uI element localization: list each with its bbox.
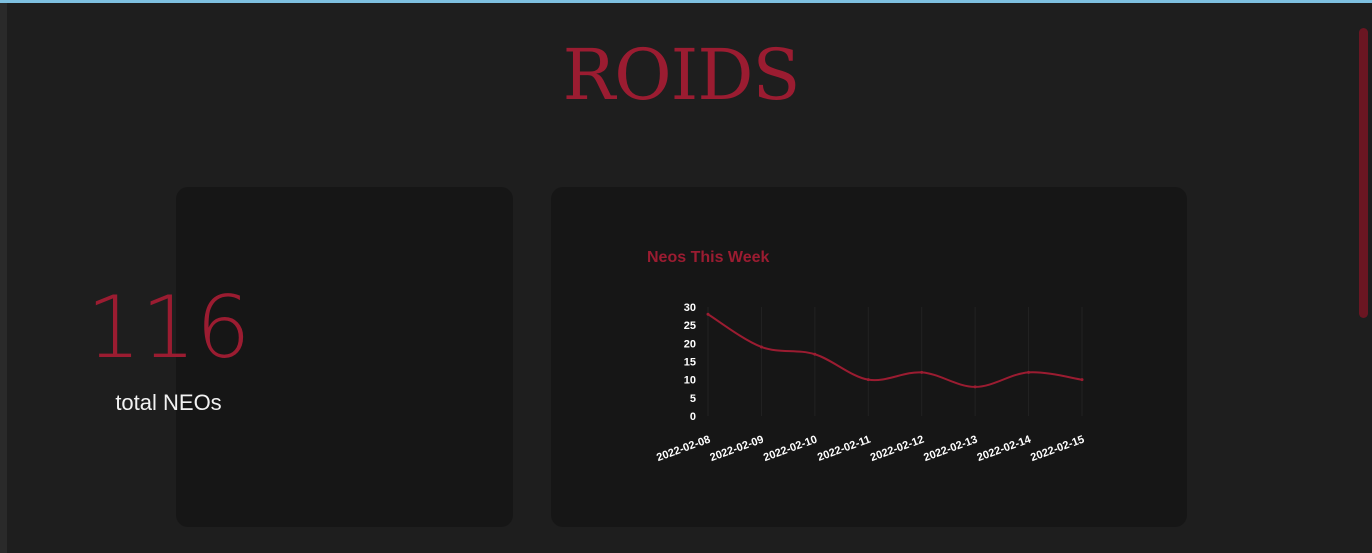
x-tick-label: 2022-02-15 (1029, 434, 1086, 465)
x-axis-ticks: 2022-02-082022-02-092022-02-102022-02-11… (655, 433, 1086, 464)
data-point (920, 370, 924, 374)
data-point (973, 385, 977, 389)
data-point (1080, 378, 1084, 382)
y-axis-ticks: 0 5 10 15 20 25 30 (684, 302, 696, 423)
series-line (707, 313, 1083, 388)
x-tick-label: 2022-02-13 (922, 434, 979, 465)
x-tick-label: 2022-02-10 (762, 434, 819, 465)
neos-chart-card: Neos This Week 0 5 10 15 20 25 30 2022-02-08 20… (551, 187, 1187, 527)
y-tick-label: 5 (690, 393, 696, 405)
x-tick-label: 2022-02-09 (708, 434, 765, 465)
data-point (706, 312, 710, 316)
y-tick-label: 0 (690, 411, 696, 423)
data-point (1027, 370, 1031, 374)
y-tick-label: 10 (684, 375, 696, 387)
data-point (813, 352, 817, 356)
chart-series (706, 312, 1084, 389)
data-point (759, 345, 763, 349)
neos-line-chart: Neos This Week 051015202530 2022-02-0820… (647, 249, 1086, 464)
y-tick-label: 25 (684, 320, 696, 332)
y-tick-label: 15 (684, 357, 696, 369)
data-point (866, 378, 870, 382)
top-accent-bar (0, 0, 1372, 3)
y-tick-label: 20 (684, 338, 696, 350)
x-tick-label: 2022-02-14 (976, 433, 1034, 464)
total-neos-label: total NEOs (115, 390, 222, 415)
chart-title: Neos This Week (647, 249, 770, 266)
scrollbar-thumb[interactable] (1359, 28, 1368, 318)
y-tick-label: 30 (684, 302, 696, 314)
page-title: ROIDS (562, 34, 801, 116)
chart-grid (707, 307, 1083, 416)
x-tick-label: 2022-02-12 (869, 434, 926, 465)
total-neos-value: 116 (86, 278, 251, 378)
x-tick-label: 2022-02-08 (655, 434, 712, 465)
x-tick-label: 2022-02-11 (816, 434, 872, 464)
